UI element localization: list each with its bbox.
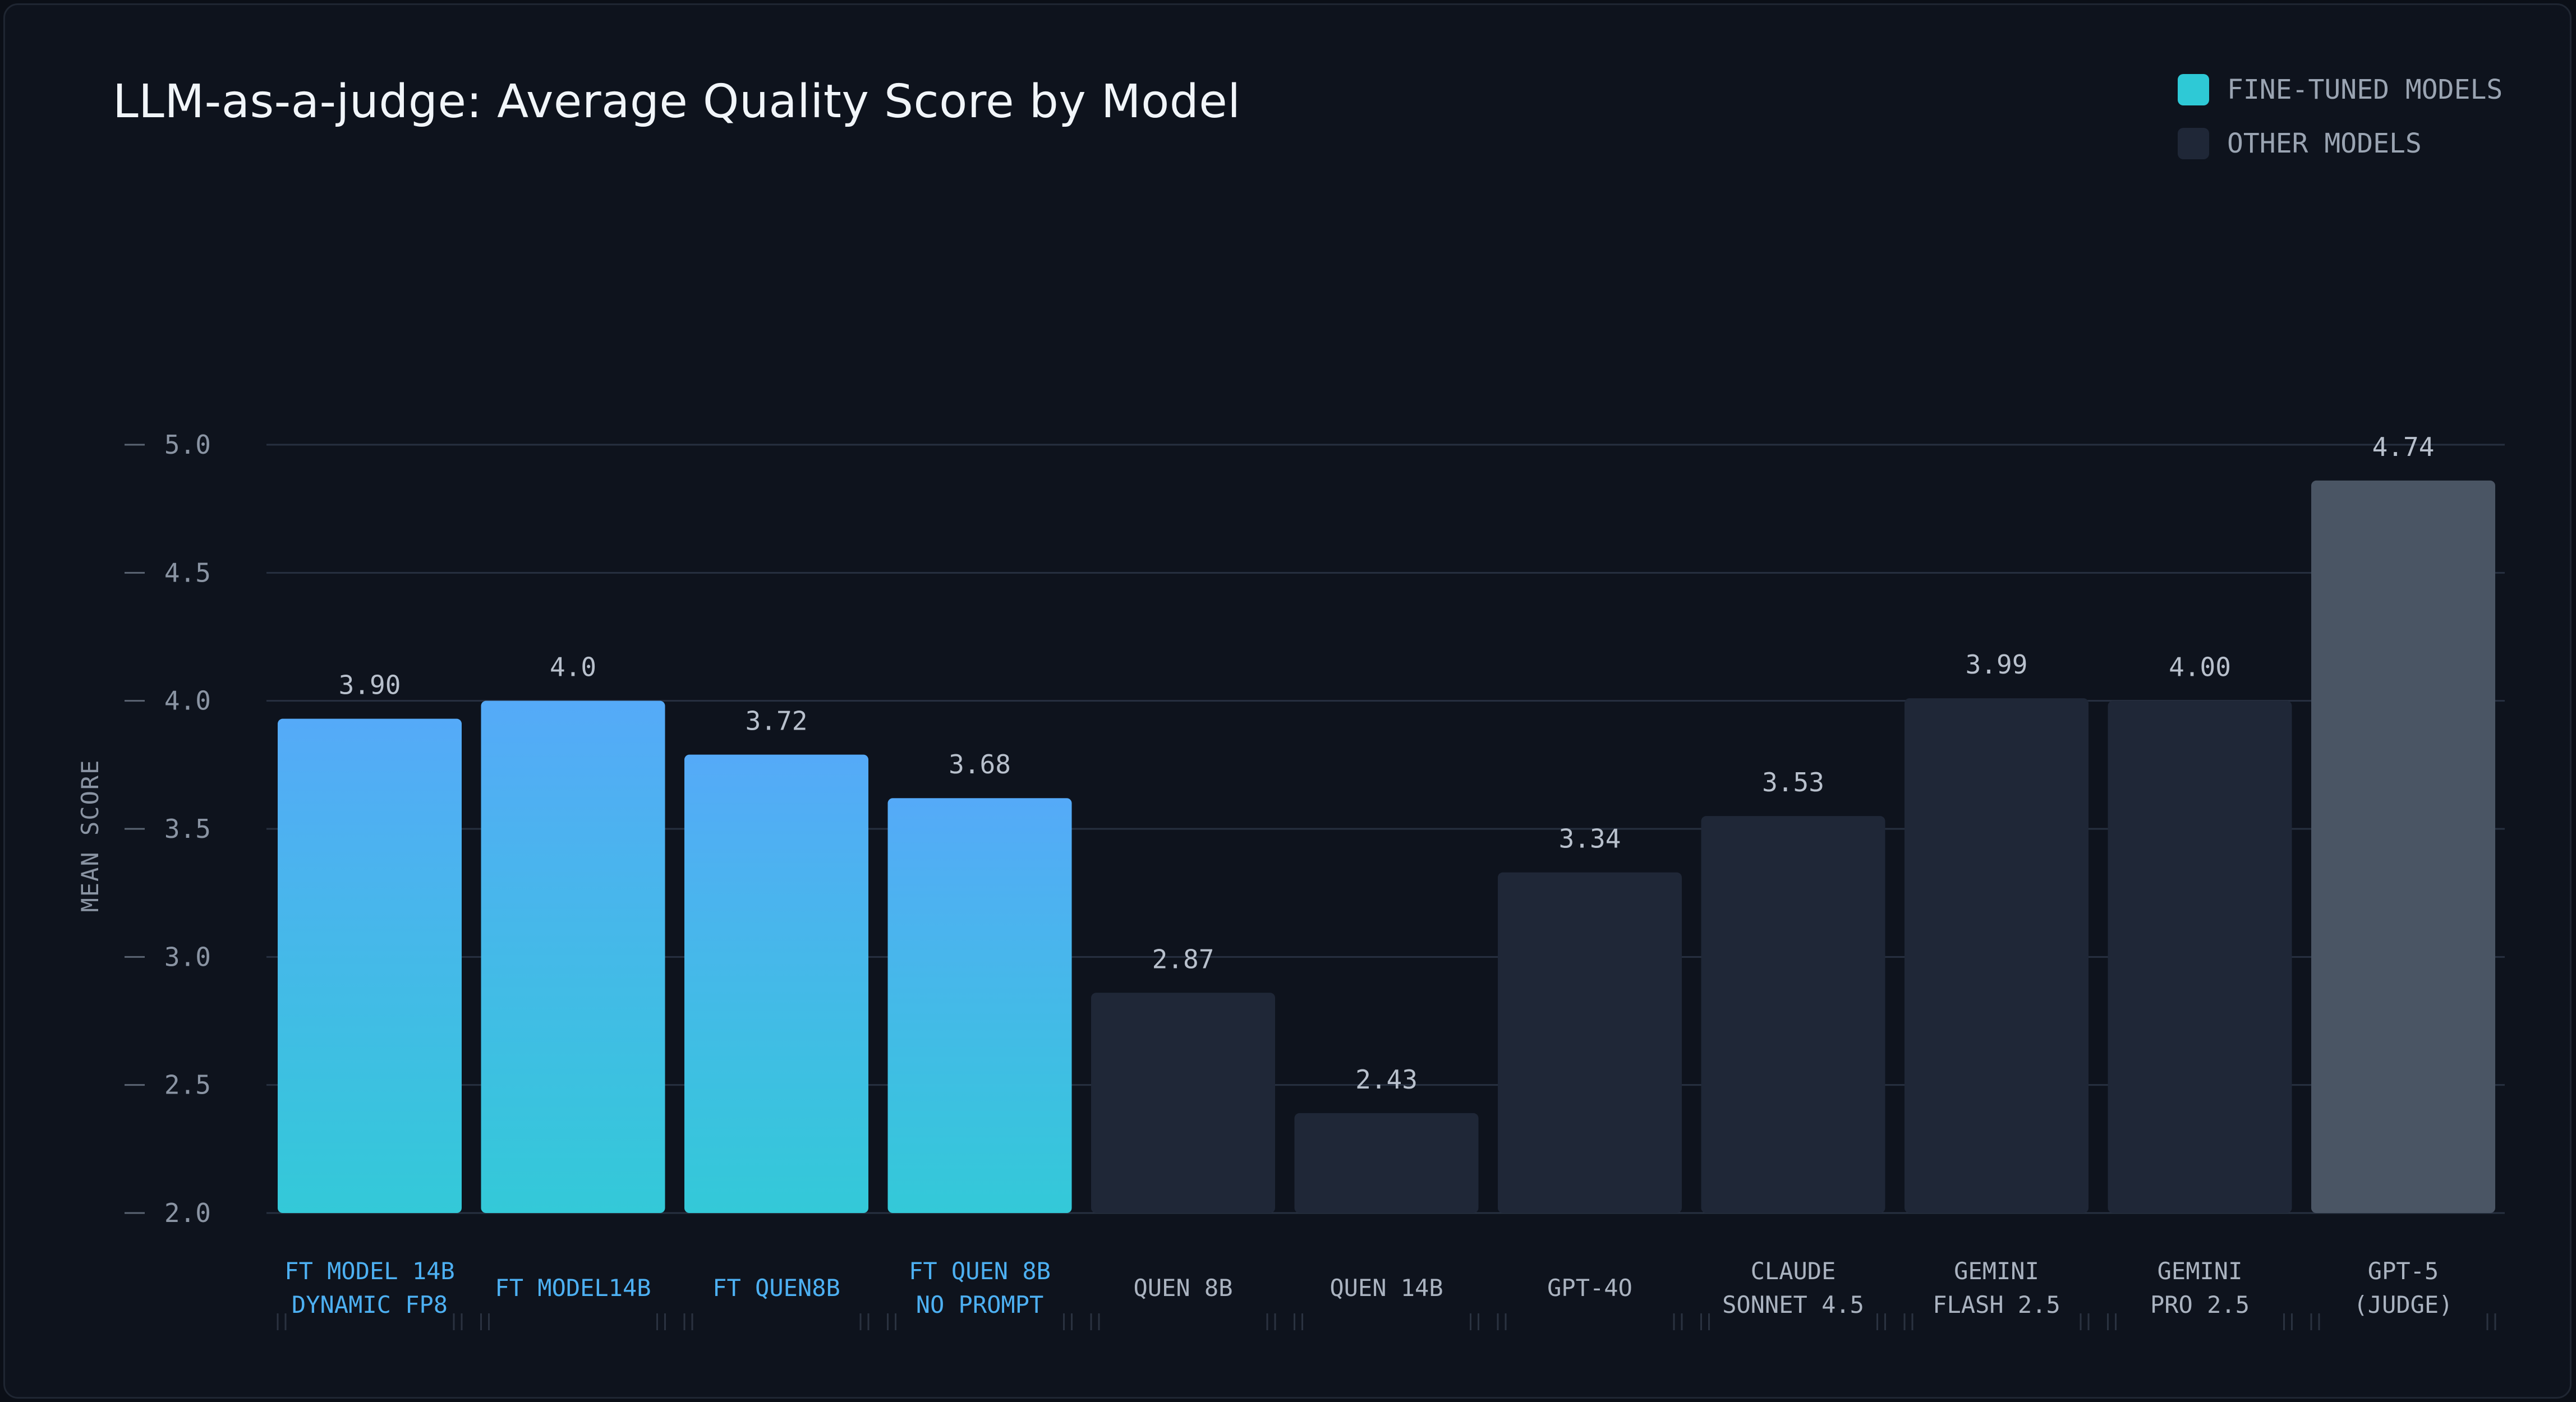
x-tick-label: QUEN 8B bbox=[1133, 1274, 1232, 1302]
x-tick-label: QUEN 14B bbox=[1330, 1274, 1443, 1302]
x-tick-label: FT MODEL 14B DYNAMIC FP8 bbox=[284, 1257, 454, 1318]
y-tick-label: 5.0 bbox=[164, 430, 211, 460]
x-tick-label: GEMINI FLASH 2.5 bbox=[1933, 1257, 2060, 1318]
bar-8 bbox=[1905, 698, 2089, 1213]
x-tick-label: FT QUEN8B bbox=[712, 1274, 840, 1302]
data-label: 3.72 bbox=[746, 706, 808, 736]
y-tick-label: 2.0 bbox=[164, 1198, 211, 1228]
bar-0 bbox=[278, 718, 462, 1213]
bar-1 bbox=[481, 700, 665, 1213]
y-tick-label: 4.5 bbox=[164, 557, 211, 588]
data-label: 4.0 bbox=[550, 652, 596, 682]
data-label: 3.68 bbox=[949, 749, 1011, 780]
data-label: 2.87 bbox=[1152, 944, 1215, 974]
bar-3 bbox=[887, 798, 1072, 1213]
bar-5 bbox=[1294, 1113, 1479, 1213]
bar-9 bbox=[2108, 700, 2292, 1213]
x-tick-label: CLAUDE SONNET 4.5 bbox=[1722, 1257, 1864, 1318]
data-label: 3.90 bbox=[339, 670, 401, 700]
y-tick-label: 2.5 bbox=[164, 1070, 211, 1100]
x-tick-label: FT QUEN 8B NO PROMPT bbox=[909, 1257, 1051, 1318]
data-label: 3.99 bbox=[1966, 649, 2028, 680]
data-label: 3.53 bbox=[1762, 767, 1824, 797]
x-tick-label: GEMINI PRO 2.5 bbox=[2150, 1257, 2250, 1318]
y-tick-label: 3.0 bbox=[164, 942, 211, 972]
x-tick-label: FT MODEL14B bbox=[495, 1274, 651, 1302]
bar-7 bbox=[1701, 816, 1885, 1213]
x-tick-label: GPT-4O bbox=[1547, 1274, 1632, 1302]
bar-chart: 2.0 2.5 3.0 3.5 4.0 4.5 5.0 MEAN SCORE 3.90 FT MO… bbox=[76, 430, 2505, 1330]
y-axis-label: MEAN SCORE bbox=[76, 759, 104, 912]
bar-2 bbox=[684, 754, 868, 1213]
data-label: 4.00 bbox=[2169, 652, 2231, 682]
bar-6 bbox=[1498, 872, 1682, 1213]
bar-4 bbox=[1091, 993, 1275, 1213]
x-tick-label: GPT-5 (JUDGE) bbox=[2353, 1257, 2453, 1318]
data-label: 4.74 bbox=[2372, 432, 2435, 462]
data-label: 3.34 bbox=[1559, 824, 1621, 854]
data-label: 2.43 bbox=[1355, 1064, 1418, 1095]
y-tick-label: 3.5 bbox=[164, 814, 211, 844]
y-tick-label: 4.0 bbox=[164, 686, 211, 716]
bar-10 bbox=[2311, 480, 2495, 1213]
